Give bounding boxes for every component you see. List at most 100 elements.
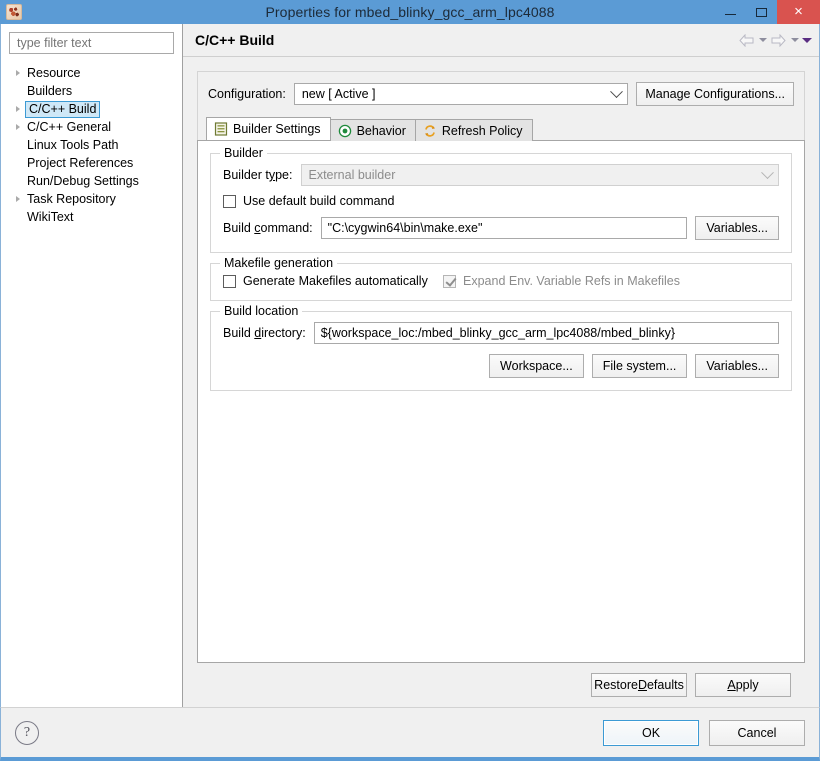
navigation-controls [738, 32, 812, 48]
configuration-select[interactable]: new [ Active ] [293, 83, 629, 105]
sidebar-item-label: Builders [27, 83, 73, 98]
tab-bar: Builder Settings Behavior Refresh Policy [197, 117, 805, 141]
sidebar-item-linux-tools-path[interactable]: Linux Tools Path [1, 136, 182, 154]
tab-label: Builder Settings [233, 122, 321, 136]
builder-type-value: External builder [308, 168, 396, 182]
title-bar: Properties for mbed_blinky_gcc_arm_lpc40… [0, 0, 820, 24]
chevron-down-icon [758, 38, 767, 42]
close-button[interactable]: × [777, 0, 820, 24]
minimize-icon [725, 14, 736, 15]
expand-arrow-icon[interactable] [11, 196, 25, 202]
builder-group-title: Builder [220, 146, 267, 160]
restore-defaults-button[interactable]: Restore Defaults [591, 673, 687, 697]
page-header: C/C++ Build [183, 24, 819, 57]
use-default-build-command-checkbox[interactable]: Use default build command [223, 194, 394, 208]
use-default-build-command-label: Use default build command [243, 194, 395, 208]
build-location-variables-button[interactable]: Variables... [695, 354, 779, 378]
expand-arrow-icon[interactable] [11, 70, 25, 76]
filter-box[interactable] [9, 32, 174, 54]
dialog-body: Resource Builders C/C++ Build C/C++ Gene… [0, 24, 820, 707]
page-title: C/C++ Build [195, 32, 275, 48]
sidebar-item-label: C/C++ Build [25, 100, 101, 118]
app-icon [6, 4, 22, 20]
build-command-row: Build command: "C:\cygwin64\bin\make.exe… [223, 216, 779, 240]
settings-content-pane: C/C++ Build Configuration: new [Active … [183, 24, 819, 707]
use-default-row: Use default build command [223, 194, 779, 208]
configuration-label: Configuration: [208, 87, 286, 101]
chevron-down-icon [760, 165, 774, 180]
sidebar-item-label: WikiText [27, 209, 74, 224]
properties-dialog-window: Properties for mbed_blinky_gcc_arm_lpc40… [0, 0, 820, 761]
builder-type-select: External builder [300, 164, 779, 186]
sidebar-item-label: C/C++ General [27, 119, 112, 134]
chevron-down-filled-icon [801, 37, 812, 43]
workspace-button[interactable]: Workspace... [489, 354, 584, 378]
generate-makefiles-label: Generate Makefiles automatically [243, 274, 428, 288]
sidebar-item-run-debug-settings[interactable]: Run/Debug Settings [1, 172, 182, 190]
dialog-footer: ? OK Cancel [0, 707, 820, 761]
arrow-right-icon [771, 33, 786, 47]
build-location-group: Build location Build directory: ${worksp… [210, 304, 792, 391]
configuration-value: new [ Active ] [301, 87, 376, 101]
file-system-button[interactable]: File system... [591, 354, 688, 378]
target-icon [338, 124, 351, 137]
maximize-icon [756, 7, 767, 17]
settings-navigation-pane: Resource Builders C/C++ Build C/C++ Gene… [1, 24, 183, 707]
build-command-variables-button[interactable]: Variables... [695, 216, 779, 240]
build-location-buttons: Workspace... File system... Variables... [223, 354, 779, 378]
sidebar-item-cpp-build[interactable]: C/C++ Build [1, 100, 182, 118]
expand-env-vars-label: Expand Env. Variable Refs in Makefiles [463, 274, 681, 288]
page-content: Configuration: new [ Active ] Manage Con… [183, 57, 819, 707]
dialog-main-area: Resource Builders C/C++ Build C/C++ Gene… [1, 24, 819, 707]
sidebar-item-task-repository[interactable]: Task Repository [1, 190, 182, 208]
chevron-down-icon [609, 84, 623, 99]
sidebar-item-cpp-general[interactable]: C/C++ General [1, 118, 182, 136]
cancel-button[interactable]: Cancel [709, 719, 805, 746]
sidebar-item-label: Run/Debug Settings [27, 173, 139, 188]
forward-button[interactable] [770, 32, 787, 48]
configuration-row: Configuration: new [ Active ] Manage Con… [197, 71, 805, 118]
tab-label: Behavior [356, 123, 406, 138]
close-icon: × [794, 3, 803, 20]
back-button[interactable] [738, 32, 755, 48]
sidebar-item-label: Resource [27, 65, 81, 80]
apply-row: Restore Defaults Apply [197, 663, 805, 707]
sidebar-item-builders[interactable]: Builders [1, 82, 182, 100]
expand-arrow-icon[interactable] [11, 124, 25, 130]
build-directory-label: Build directory: [223, 326, 306, 340]
build-command-input[interactable]: "C:\cygwin64\bin\make.exe" [320, 217, 688, 239]
tab-label: Refresh Policy [441, 123, 523, 138]
maximize-button[interactable] [746, 0, 777, 24]
builder-type-row: Builder type: External builder [223, 164, 779, 186]
page-menu-button[interactable] [801, 33, 812, 47]
makefile-options-row: Generate Makefiles automatically Expand … [223, 274, 779, 288]
apply-button[interactable]: Apply [695, 673, 791, 697]
back-history-dropdown[interactable] [758, 33, 767, 47]
manage-configurations-button[interactable]: Manage Configurations... [636, 82, 794, 106]
sidebar-item-resource[interactable]: Resource [1, 64, 182, 82]
sidebar-item-project-references[interactable]: Project References [1, 154, 182, 172]
chevron-down-icon [790, 38, 799, 42]
help-icon[interactable]: ? [15, 720, 39, 745]
build-directory-input[interactable]: ${workspace_loc:/mbed_blinky_gcc_arm_lpc… [313, 322, 779, 344]
sidebar-item-label: Project References [27, 155, 134, 170]
checkbox-box [223, 194, 236, 208]
generate-makefiles-checkbox[interactable]: Generate Makefiles automatically [223, 274, 435, 288]
tab-refresh-policy[interactable]: Refresh Policy [414, 119, 533, 141]
makefile-generation-group: Makefile generation Generate Makefiles a… [210, 256, 792, 301]
search-input[interactable] [15, 35, 168, 51]
ok-button[interactable]: OK [603, 719, 699, 746]
build-directory-row: Build directory: ${workspace_loc:/mbed_b… [223, 322, 779, 344]
sidebar-item-label: Task Repository [27, 191, 116, 206]
refresh-arrows-icon [424, 124, 435, 137]
expand-arrow-icon[interactable] [11, 106, 25, 112]
sidebar-item-label: Linux Tools Path [27, 137, 119, 152]
sidebar-item-wikitext[interactable]: WikiText [1, 208, 182, 226]
forward-history-dropdown[interactable] [790, 33, 799, 47]
dialog-action-buttons: OK Cancel [603, 719, 805, 746]
tab-behavior[interactable]: Behavior [329, 119, 416, 141]
checkbox-box [223, 274, 236, 288]
tab-builder-settings[interactable]: Builder Settings [206, 117, 331, 140]
minimize-button[interactable] [715, 0, 746, 24]
window-title: Properties for mbed_blinky_gcc_arm_lpc40… [265, 4, 555, 20]
